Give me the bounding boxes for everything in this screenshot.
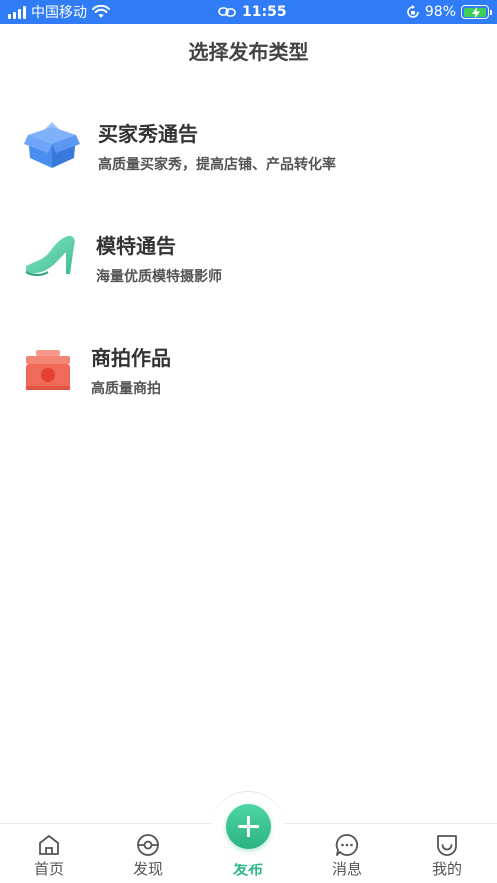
discover-icon <box>137 834 159 856</box>
status-time: 11:55 <box>242 4 287 20</box>
option-desc: 海量优质模特摄影师 <box>96 269 222 285</box>
status-left: 中国移动 <box>8 0 110 24</box>
tab-home[interactable]: 首页 <box>9 824 89 883</box>
tab-label: 发现 <box>132 860 163 878</box>
option-buyer-show[interactable]: 买家秀通告 高质量买家秀，提高店铺、产品转化率 <box>0 110 497 200</box>
publish-plus-button[interactable] <box>226 804 271 849</box>
home-icon <box>39 835 59 855</box>
battery-icon <box>461 5 492 19</box>
cellular-signal-icon <box>8 5 26 19</box>
tab-profile[interactable]: 我的 <box>407 824 487 883</box>
wifi-icon <box>92 5 110 18</box>
rotation-lock-icon <box>407 5 419 18</box>
open-box-icon <box>24 122 80 168</box>
product-box-icon <box>26 350 70 390</box>
tab-label: 消息 <box>331 860 362 878</box>
option-desc: 高质量买家秀，提高店铺、产品转化率 <box>98 157 336 173</box>
battery-percent: 98% <box>424 4 456 20</box>
tab-messages[interactable]: 消息 <box>307 824 387 883</box>
option-title: 买家秀通告 <box>98 122 198 146</box>
tab-label: 首页 <box>33 860 64 878</box>
battery-fill <box>463 6 487 19</box>
message-icon <box>335 834 359 856</box>
option-title: 模特通告 <box>96 234 176 258</box>
link-icon <box>218 7 236 17</box>
carrier-name: 中国移动 <box>31 5 87 21</box>
profile-icon <box>437 835 457 856</box>
option-title: 商拍作品 <box>91 346 171 370</box>
page-title: 选择发布类型 <box>188 40 309 64</box>
option-desc: 高质量商拍 <box>91 381 161 397</box>
tab-label: 我的 <box>431 860 462 878</box>
option-model-casting[interactable]: 模特通告 海量优质模特摄影师 <box>0 222 497 312</box>
status-center: 11:55 <box>218 0 287 24</box>
status-right: 98% <box>406 0 492 24</box>
status-bar: 中国移动 11:55 98% <box>0 0 497 24</box>
tab-discover[interactable]: 发现 <box>108 824 188 883</box>
option-product-shoot[interactable]: 商拍作品 高质量商拍 <box>0 334 497 424</box>
high-heel-icon <box>25 235 75 276</box>
charging-bolt-icon <box>471 6 480 19</box>
